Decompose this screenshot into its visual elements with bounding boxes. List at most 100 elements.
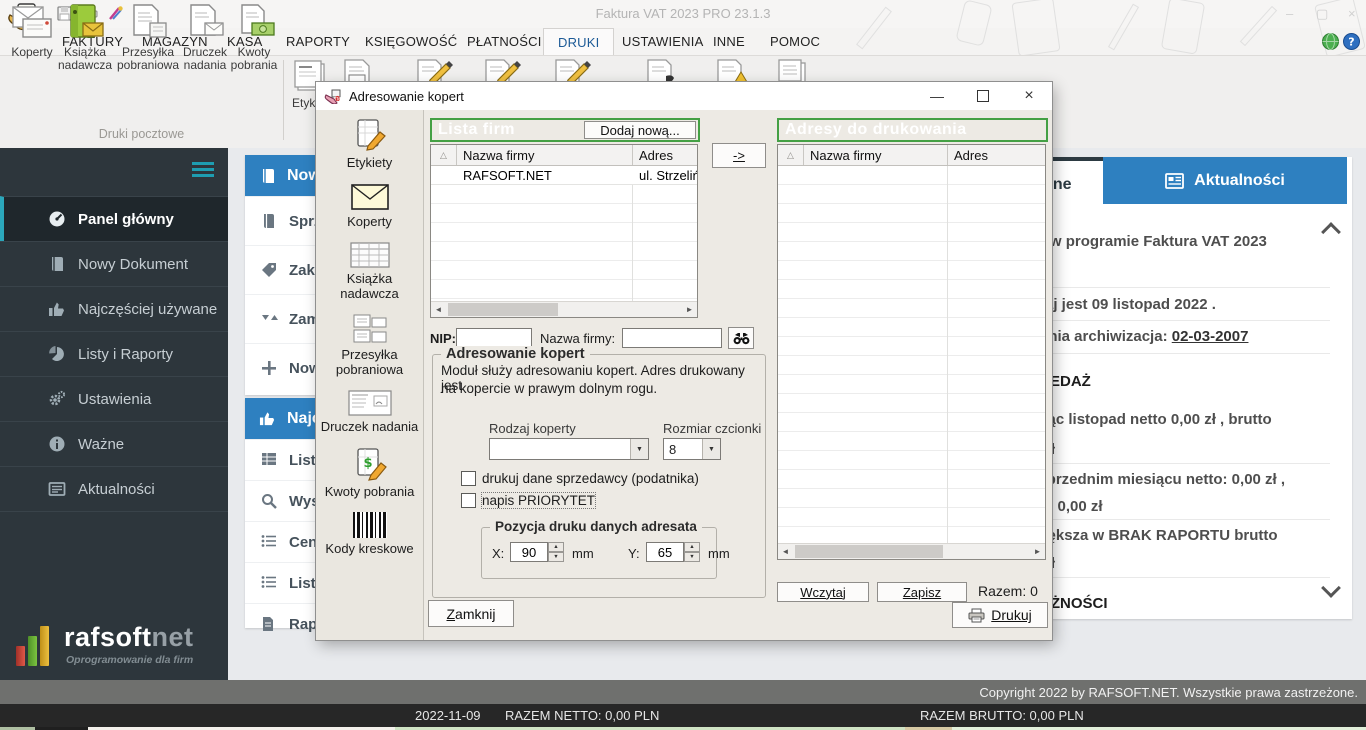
dialog-title-bar[interactable]: TM Adresowanie kopert — × — [316, 82, 1052, 110]
menu-druki[interactable]: DRUKI — [543, 28, 615, 56]
nip-input[interactable] — [456, 328, 532, 348]
tab-aktualnosci[interactable]: Aktualności — [1103, 157, 1347, 204]
dialog-nav-etykiety[interactable]: Etykiety — [347, 118, 392, 170]
toolbar-partial-icon[interactable] — [714, 58, 750, 84]
sidebar-item-najczesciej-uzywane[interactable]: Najczęściej używane — [0, 286, 228, 331]
logo-brand-text: rafsoft — [64, 622, 152, 652]
welcome-line2: PRO — [1010, 263, 1310, 280]
dialog-nav-koperty[interactable]: Koperty — [347, 183, 392, 229]
table-icon — [261, 452, 278, 469]
window-maximize-button[interactable]: ▢ — [1316, 6, 1328, 22]
sidebar-item-panel-glowny[interactable]: Panel główny — [0, 196, 228, 241]
rodzaj-koperty-select[interactable]: ▼ — [489, 438, 649, 460]
dialog-nav-druczek-nadania[interactable]: Druczek nadania — [321, 390, 418, 434]
zapisz-button[interactable]: Zapisz — [877, 582, 967, 602]
toolbar-partial-icon[interactable] — [644, 58, 680, 84]
window-minimize-button[interactable]: – — [1286, 6, 1293, 21]
toolbar-druczek-nadania-button[interactable]: Druczek nadania — [178, 3, 232, 72]
scroll-right-arrow[interactable]: ► — [1030, 544, 1045, 559]
dialog-close-button[interactable]: × — [1012, 82, 1046, 110]
dialog-nav-ksiazka-nadawcza[interactable]: Książka nadawcza — [316, 242, 423, 301]
scroll-left-arrow[interactable]: ◄ — [431, 302, 446, 317]
sort-column-header[interactable]: △ — [431, 145, 457, 165]
dodaj-nowa-button[interactable]: Dodaj nową... — [584, 121, 696, 139]
prev-month-line: W poprzednim miesiącu netto: 0,00 zł , — [1010, 471, 1286, 488]
table-grid-icon — [349, 242, 390, 268]
forms-icon — [353, 314, 386, 343]
move-to-print-button[interactable]: -> — [712, 143, 766, 168]
col-adres[interactable]: Adres — [633, 145, 697, 165]
zamknij-button[interactable]: Zamknij — [428, 600, 514, 627]
largest-line2: 0,00 zł — [1010, 555, 1310, 572]
toolbar-przesylka-pobraniowa-button[interactable]: Przesyłka pobraniowa — [116, 3, 180, 72]
scroll-down-chevron[interactable] — [1321, 578, 1341, 598]
razem-counter: Razem: 0 — [978, 583, 1038, 599]
toolbar-kwoty-pobrania-button[interactable]: Kwoty pobrania — [228, 3, 280, 72]
scroll-left-arrow[interactable]: ◄ — [778, 544, 793, 559]
sidebar-item-ustawienia[interactable]: Ustawienia — [0, 376, 228, 421]
toolbar-partial-icon[interactable] — [414, 58, 454, 84]
pie-chart-icon — [48, 345, 66, 363]
archive-date-link[interactable]: 02-03-2007 — [1172, 328, 1249, 345]
dialog-title: Adresowanie kopert — [349, 88, 464, 104]
menu-inne[interactable]: INNE — [699, 28, 759, 55]
rozmiar-czcionki-select[interactable]: 8 ▼ — [663, 438, 721, 460]
x-input[interactable] — [510, 542, 548, 562]
adresy-hscrollbar[interactable]: ◄ ► — [778, 543, 1045, 559]
sidebar-item-listy-i-raporty[interactable]: Listy i Raporty — [0, 331, 228, 376]
table-row[interactable]: RAFSOFT.NET ul. Strzelińska — [431, 166, 697, 185]
date-line: Dzisiaj jest 09 listopad 2022 . — [1010, 296, 1216, 313]
sort-column-header[interactable]: △ — [778, 145, 804, 165]
col-nazwa-firmy[interactable]: Nazwa firmy — [457, 145, 633, 165]
toolbar-ksiazka-nadawcza-button[interactable]: Książka nadawcza — [56, 3, 114, 72]
sidebar-item-aktualnosci[interactable]: Aktualności — [0, 466, 228, 511]
toolbar-partial-icon[interactable] — [552, 58, 592, 84]
col-nazwa-firmy[interactable]: Nazwa firmy — [804, 145, 948, 165]
search-binoculars-button[interactable] — [728, 327, 754, 349]
group-description-2: na kopercie w prawym dolnym rogu. — [441, 381, 658, 396]
y-input[interactable] — [646, 542, 684, 562]
dialog-nav-kody-kreskowe[interactable]: Kody kreskowe — [325, 512, 414, 556]
scroll-up-chevron[interactable] — [1321, 222, 1341, 242]
toolbar-partial-icon[interactable] — [774, 58, 810, 84]
toolbar-separator — [283, 60, 284, 140]
toolbar-etykiety-label: Etyk — [292, 96, 316, 110]
svg-text:$: $ — [363, 456, 372, 471]
dialog-nav-kwoty-pobrania[interactable]: $ Kwoty pobrania — [325, 447, 414, 499]
nazwa-firmy-input[interactable] — [622, 328, 722, 348]
globe-icon[interactable] — [1322, 33, 1339, 50]
y-spinner[interactable]: ▲ ▼ — [684, 542, 700, 562]
x-spinner[interactable]: ▲ ▼ — [548, 542, 564, 562]
status-date: 2022-11-09 — [415, 708, 481, 723]
binder-envelope-icon — [70, 4, 104, 38]
lista-firm-hscrollbar[interactable]: ◄ ► — [431, 301, 697, 317]
month-netto-line2: 0,00 zł — [1010, 441, 1310, 458]
col-adres[interactable]: Adres — [948, 145, 1045, 165]
toolbar-partial-icon[interactable] — [340, 58, 374, 84]
sidebar-item-nowy-dokument[interactable]: Nowy Dokument — [0, 241, 228, 286]
toolbar-koperty-button[interactable]: Koperty — [6, 3, 58, 59]
ledger-icon — [261, 213, 278, 230]
wczytaj-button[interactable]: Wczytaj — [777, 582, 869, 602]
report-icon — [261, 616, 278, 633]
drukuj-button[interactable]: Drukuj — [952, 602, 1048, 628]
menu-platnosci[interactable]: PŁATNOŚCI — [453, 28, 556, 55]
largest-line: największa w BRAK RAPORTU brutto — [1010, 527, 1278, 544]
sidebar-toggle-button[interactable] — [192, 162, 214, 178]
toolbar-partial-icon[interactable] — [482, 58, 522, 84]
scroll-thumb[interactable] — [448, 303, 558, 316]
dialog-nav-przesylka-pobraniowa[interactable]: Przesyłka pobraniowa — [316, 314, 423, 377]
binoculars-icon — [733, 332, 749, 344]
sidebar-item-wazne[interactable]: Ważne — [0, 421, 228, 466]
checkbox-drukuj-dane[interactable]: drukuj dane sprzedawcy (podatnika) — [461, 471, 699, 486]
group-title: Adresowanie kopert — [441, 346, 590, 362]
window-close-button[interactable]: × — [1348, 6, 1356, 21]
menu-pomoc[interactable]: POMOC — [756, 28, 834, 55]
dialog-maximize-button[interactable] — [966, 82, 1000, 110]
checkbox-napis-priorytet[interactable]: napis PRIORYTET — [461, 492, 597, 509]
scroll-thumb[interactable] — [795, 545, 943, 558]
scroll-right-arrow[interactable]: ► — [682, 302, 697, 317]
help-icon[interactable]: ? — [1343, 33, 1360, 50]
dialog-minimize-button[interactable]: — — [920, 82, 954, 110]
nip-label: NIP: — [430, 331, 456, 346]
